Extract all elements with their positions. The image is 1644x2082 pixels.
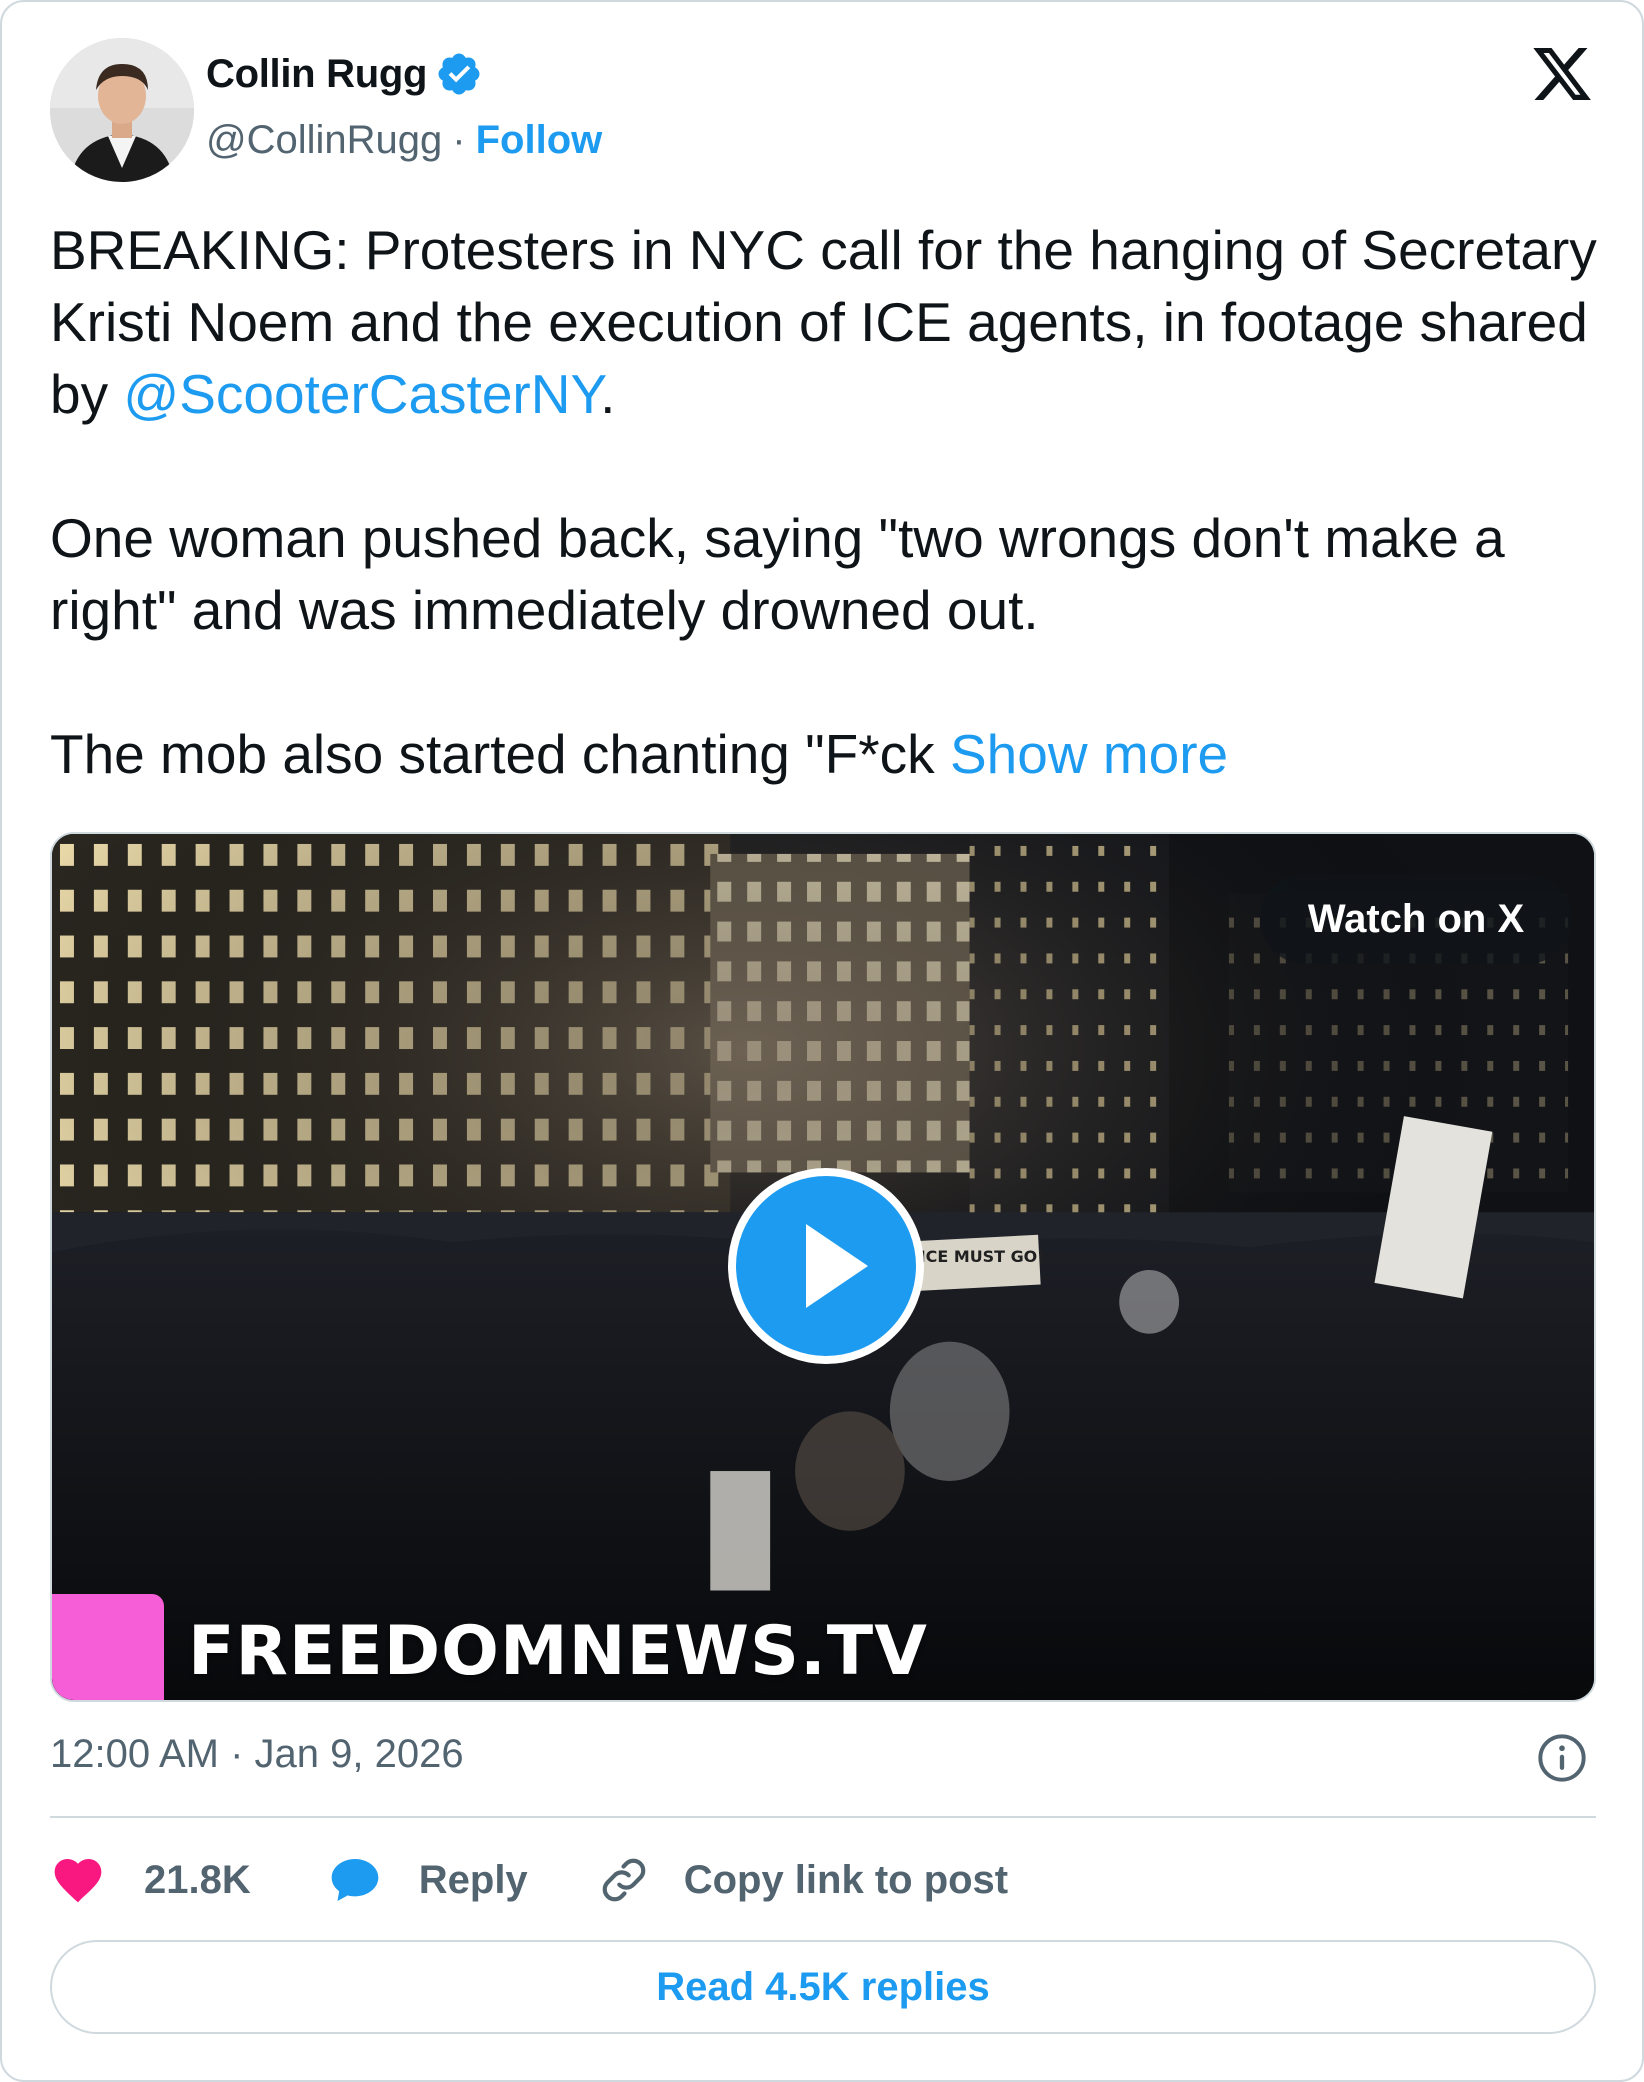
watermark-logo-box	[52, 1594, 164, 1700]
mention-link[interactable]: @ScooterCasterNY	[123, 363, 600, 425]
follow-button[interactable]: Follow	[476, 118, 603, 163]
avatar-image	[50, 38, 194, 182]
like-button[interactable]: 21.8K	[50, 1852, 251, 1908]
separator-dot: ·	[452, 118, 466, 162]
heart-icon	[54, 1859, 102, 1903]
author-name-row: Collin Rugg	[206, 50, 483, 98]
read-replies-button[interactable]: Read 4.5K replies	[50, 1940, 1596, 2034]
like-count: 21.8K	[144, 1857, 251, 1902]
tweet-paragraph-2: One woman pushed back, saying "two wrong…	[50, 507, 1505, 641]
play-button[interactable]	[728, 1168, 924, 1364]
info-icon[interactable]	[1536, 1732, 1588, 1784]
video-player[interactable]: ICE MUST GO! Watch on X FREEDOMNEWS.TV	[50, 832, 1596, 1702]
verified-badge-icon	[435, 50, 483, 98]
tweet-text: BREAKING: Protesters in NYC call for the…	[50, 214, 1610, 790]
play-icon	[806, 1224, 868, 1308]
reply-label: Reply	[418, 1857, 528, 1902]
tweet-timestamp[interactable]: 12:00 AM · Jan 9, 2026	[50, 1732, 464, 1777]
link-icon	[602, 1858, 646, 1902]
tweet-paragraph-3: The mob also started chanting "F*ck Show…	[50, 718, 1610, 790]
tweet-paragraph-1: BREAKING: Protesters in NYC call for the…	[50, 214, 1610, 430]
tweet-text-segment: .	[600, 363, 616, 425]
video-watermark: FREEDOMNEWS.TV	[188, 1612, 928, 1691]
divider	[50, 1816, 1596, 1818]
author-handle[interactable]: @CollinRugg	[206, 118, 442, 163]
author-handle-row: @CollinRugg · Follow	[206, 118, 602, 163]
reply-bubble-icon	[331, 1859, 379, 1901]
tweet-text-segment: The mob also started chanting "F*ck	[50, 723, 950, 785]
copy-link-button[interactable]: Copy link to post	[596, 1852, 1008, 1908]
show-more-link[interactable]: Show more	[950, 723, 1228, 785]
copy-link-label: Copy link to post	[683, 1857, 1009, 1902]
protest-sign-text: ICE MUST GO!	[920, 1247, 1045, 1266]
x-logo-icon[interactable]	[1528, 42, 1596, 106]
watch-on-x-button[interactable]: Watch on X	[1260, 874, 1572, 964]
tweet-card: Collin Rugg @CollinRugg · Follow BREAKIN…	[0, 0, 1644, 2082]
reply-button[interactable]: Reply	[327, 1852, 528, 1908]
author-display-name[interactable]: Collin Rugg	[206, 52, 427, 97]
tweet-actions: 21.8K Reply Copy link to post	[50, 1850, 1008, 1910]
avatar[interactable]	[50, 38, 194, 182]
